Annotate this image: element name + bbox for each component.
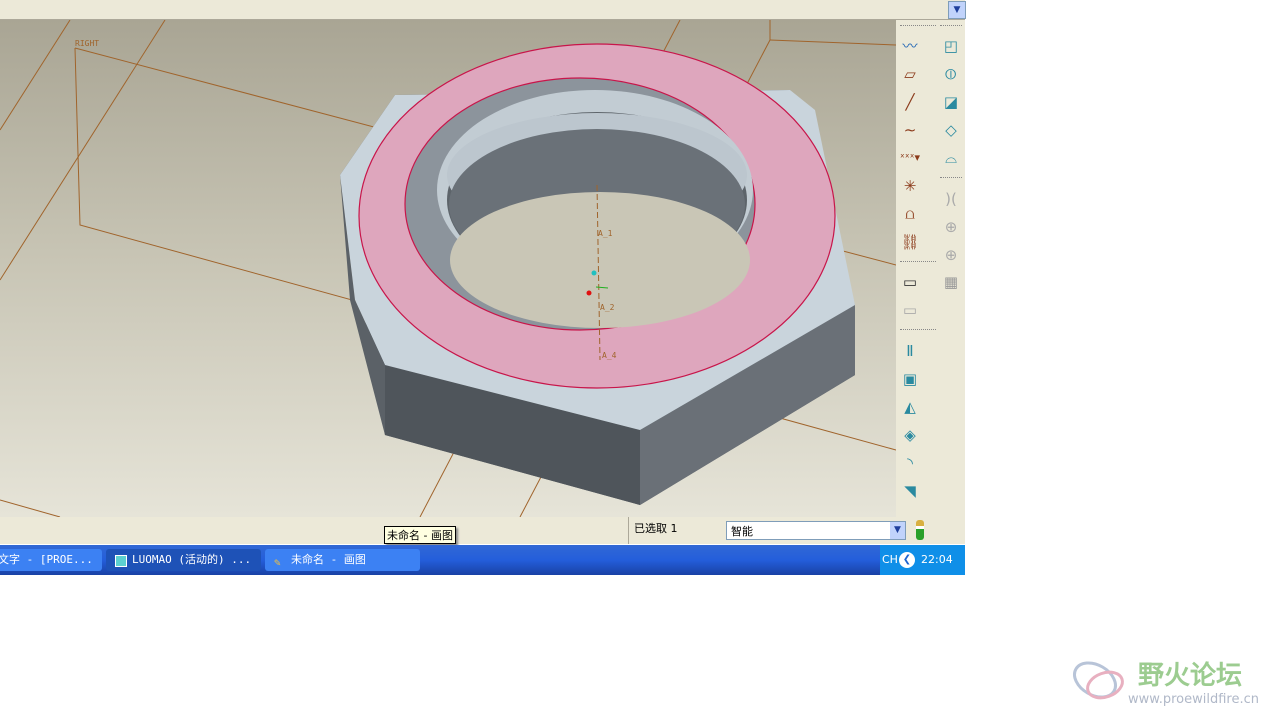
datum-point-icon[interactable]: ˣˣˣ▾: [899, 147, 921, 169]
datum-plane-icon[interactable]: ▱: [899, 63, 921, 85]
chain-link-icon[interactable]: ⛓: [899, 231, 921, 253]
task-button[interactable]: ✎ 未命名 - 画图: [265, 549, 420, 571]
top-bar: [0, 0, 965, 20]
task-label: LUOMAO (活动的) ...: [132, 553, 252, 566]
watermark-title: 野火论坛: [1138, 661, 1243, 691]
sweep-icon[interactable]: ◪: [940, 91, 962, 113]
paint-icon: ✎: [274, 556, 281, 569]
merge-icon[interactable]: ⊕: [940, 216, 962, 238]
boundary-surface-icon[interactable]: ⌓: [940, 147, 962, 169]
watermark-logo: [1070, 655, 1130, 710]
filter-value: 智能: [731, 525, 753, 538]
selected-count: 已选取 1: [634, 522, 678, 535]
datum-label-a2: A_2: [600, 303, 615, 312]
system-tray: CH ❮ 22:04: [880, 545, 965, 575]
status-bar: 已选取 1 智能 ▼ 未命名 - 画图: [0, 517, 965, 544]
chevron-down-icon[interactable]: ▼: [948, 1, 966, 19]
datum-label-a1: A_1: [598, 229, 613, 238]
clock: 22:04: [921, 553, 953, 566]
chevron-left-icon[interactable]: ❮: [899, 552, 915, 568]
blend-icon[interactable]: ◇: [940, 119, 962, 141]
datum-label-a4: A_4: [602, 351, 617, 360]
chamfer-icon[interactable]: ◥: [899, 480, 921, 502]
nut-model: RIGHT A_1 A_2 A_4: [0, 20, 896, 517]
revolve-icon[interactable]: ⦶: [940, 63, 962, 85]
extrude-icon[interactable]: ◰: [940, 35, 962, 57]
watermark-url: www.proewildfire.cn: [1128, 692, 1259, 707]
datum-label-right: RIGHT: [75, 39, 99, 48]
annotation-group-icon[interactable]: ▭: [899, 299, 921, 321]
datum-curve-icon[interactable]: ∼: [899, 119, 921, 141]
annotation-icon[interactable]: ▭: [899, 271, 921, 293]
tooltip: 未命名 - 画图: [384, 526, 456, 544]
draft-icon[interactable]: ◈: [899, 424, 921, 446]
hole-icon[interactable]: Ⅱ: [899, 340, 921, 362]
chevron-down-icon[interactable]: ▼: [890, 522, 905, 539]
coordinate-system-icon[interactable]: ✳: [899, 175, 921, 197]
trim-icon[interactable]: ⊕: [940, 244, 962, 266]
mirror-icon[interactable]: )(: [940, 188, 962, 210]
datum-curve-sketch-icon[interactable]: 〰: [899, 35, 921, 57]
traffic-light-icon[interactable]: [916, 520, 924, 540]
analysis-icon[interactable]: ⩍: [899, 203, 921, 225]
task-label: 未命名 - 画图: [291, 553, 366, 566]
task-button[interactable]: 文字 - [PROE...: [0, 549, 102, 571]
task-button-active[interactable]: LUOMAO (活动的) ...: [106, 549, 261, 571]
model-viewport[interactable]: RIGHT A_1 A_2 A_4: [0, 20, 896, 517]
taskbar: 文字 - [PROE... LUOMAO (活动的) ... ✎ 未命名 - 画图: [0, 545, 965, 575]
right-toolbar: 〰 ▱ ╱ ∼ ˣˣˣ▾ ✳ ⩍ ⛓ ▭ ▭ Ⅱ ▣ ◭ ◈ ◝ ◥ ◰ ⦶ ◪…: [896, 20, 965, 517]
round-icon[interactable]: ◝: [899, 452, 921, 474]
language-indicator[interactable]: CH: [882, 545, 898, 575]
selection-filter-select[interactable]: 智能 ▼: [726, 521, 906, 540]
rib-icon[interactable]: ◭: [899, 396, 921, 418]
datum-axis-icon[interactable]: ╱: [899, 91, 921, 113]
app-icon: [115, 555, 127, 567]
pattern-icon[interactable]: ▦: [940, 271, 962, 293]
shell-icon[interactable]: ▣: [899, 368, 921, 390]
